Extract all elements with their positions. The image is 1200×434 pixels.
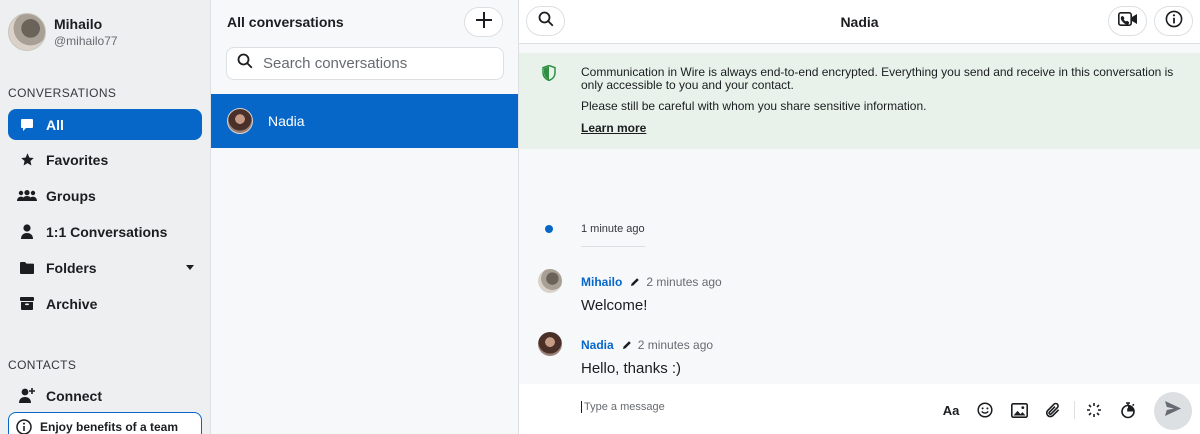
system-message-time: 1 minute ago [581, 223, 645, 235]
conversation-info-button[interactable] [1154, 6, 1193, 36]
add-person-icon [17, 388, 37, 404]
image-icon[interactable] [1009, 400, 1029, 420]
sidebar: Mihailo @mihailo77 CONVERSATIONS All Fav… [0, 0, 211, 434]
sidebar-item-archive[interactable]: Archive [8, 288, 202, 319]
star-icon [17, 152, 37, 168]
divider [1074, 401, 1075, 419]
sidebar-item-label: 1:1 Conversations [46, 223, 168, 240]
sidebar-item-favorites[interactable]: Favorites [8, 144, 202, 175]
message-header: Nadia 2 minutes ago [581, 338, 713, 352]
conversation-item-name: Nadia [268, 113, 305, 129]
chat-bubble-icon [17, 117, 37, 133]
shield-icon [542, 64, 556, 86]
new-conversation-button[interactable] [464, 7, 503, 37]
format-text-button[interactable]: Aa [941, 400, 961, 420]
avatar[interactable] [538, 332, 562, 356]
send-button[interactable] [1154, 392, 1192, 430]
pencil-icon [622, 340, 632, 350]
message-sender[interactable]: Mihailo [581, 275, 622, 289]
system-message-dot [545, 225, 553, 233]
send-icon [1165, 401, 1181, 421]
encryption-notice-text: Communication in Wire is always end-to-e… [581, 65, 1174, 92]
avatar [227, 108, 253, 134]
user-name: Mihailo [54, 16, 103, 32]
divider [581, 246, 645, 247]
sidebar-item-label: Connect [46, 387, 102, 404]
plus-icon [475, 11, 493, 34]
conversation-item-nadia[interactable]: Nadia [211, 94, 518, 148]
encryption-notice: Communication in Wire is always end-to-e… [519, 53, 1200, 149]
user-handle: @mihailo77 [54, 34, 118, 48]
sidebar-item-all[interactable]: All [8, 109, 202, 140]
conversation-pane: Nadia Communication in Wire is always en… [519, 0, 1200, 434]
video-call-button[interactable] [1108, 6, 1147, 36]
pencil-icon [630, 277, 640, 287]
user-avatar[interactable] [8, 13, 46, 51]
video-call-icon [1117, 11, 1138, 31]
message-input[interactable] [581, 401, 921, 413]
folder-icon [17, 260, 37, 276]
message-sender[interactable]: Nadia [581, 338, 614, 352]
sidebar-item-label: Archive [46, 295, 98, 312]
encryption-caution-text: Please still be careful with whom you sh… [581, 99, 927, 113]
conversation-list: All conversations Nadia [211, 0, 519, 434]
group-icon [17, 188, 37, 204]
info-icon [16, 419, 32, 434]
message-input-bar: Aa [519, 384, 1200, 434]
avatar[interactable] [538, 269, 562, 293]
timer-icon[interactable] [1118, 400, 1138, 420]
sidebar-item-groups[interactable]: Groups [8, 180, 202, 211]
emoji-icon[interactable] [975, 400, 995, 420]
learn-more-link[interactable]: Learn more [581, 121, 646, 135]
team-banner[interactable]: Enjoy benefits of a team [8, 412, 202, 434]
conversation-title: Nadia [840, 14, 879, 30]
sidebar-item-label: Groups [46, 187, 96, 204]
sidebar-item-label: All [46, 116, 64, 133]
chevron-down-icon[interactable] [186, 265, 194, 270]
message-text: Welcome! [581, 297, 648, 314]
search-input[interactable] [263, 55, 493, 72]
contacts-heading: CONTACTS [8, 358, 77, 372]
ping-icon[interactable] [1084, 400, 1104, 420]
sidebar-item-connect[interactable]: Connect [8, 380, 202, 411]
message-header: Mihailo 2 minutes ago [581, 275, 722, 289]
message-time: 2 minutes ago [637, 338, 714, 352]
search-conversations-box [226, 47, 504, 80]
sidebar-item-label: Folders [46, 259, 97, 276]
conversation-list-title: All conversations [227, 14, 344, 30]
sidebar-item-folders[interactable]: Folders [8, 252, 202, 283]
user-profile[interactable]: Mihailo @mihailo77 [8, 13, 118, 51]
conversation-header: Nadia [519, 0, 1200, 44]
info-icon [1165, 10, 1183, 33]
archive-icon [17, 296, 37, 312]
conversations-heading: CONVERSATIONS [8, 86, 117, 100]
message-time: 2 minutes ago [646, 275, 722, 289]
person-icon [17, 224, 37, 240]
paperclip-icon[interactable] [1043, 400, 1063, 420]
message-text: Hello, thanks :) [581, 360, 682, 377]
team-banner-text: Enjoy benefits of a team [40, 420, 179, 434]
sidebar-item-1on1[interactable]: 1:1 Conversations [8, 216, 202, 247]
sidebar-item-label: Favorites [46, 151, 109, 168]
search-icon [237, 53, 253, 74]
